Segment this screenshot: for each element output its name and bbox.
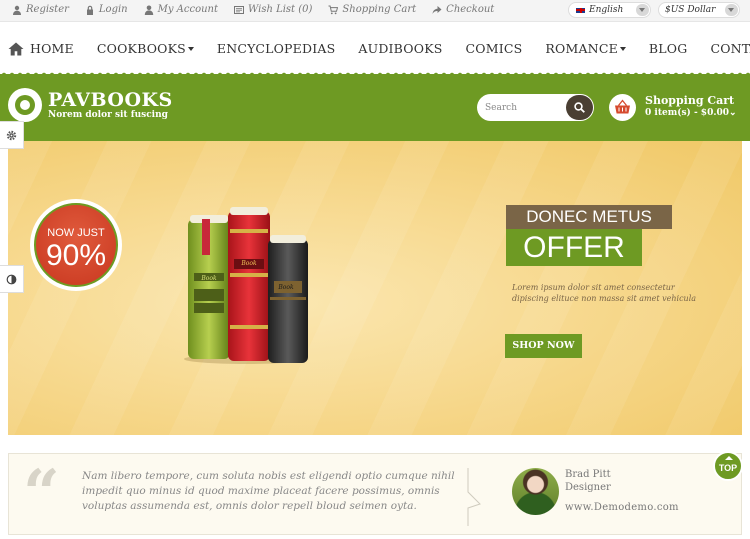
nav-item-cookbooks[interactable]: COOKBOOKS	[97, 41, 194, 56]
top-bar: Register Login My Account Wish List (0) …	[0, 0, 750, 22]
nav-item-encyclopedias[interactable]: ENCYCLOPEDIAS	[217, 41, 335, 56]
shopping-cart-link[interactable]: Shopping Cart	[328, 4, 416, 15]
logo[interactable]: PAVBOOKS Norem dolor sit fuscing	[8, 88, 173, 122]
shop-now-button[interactable]: SHOP NOW	[505, 334, 582, 358]
green-book-label: Book	[201, 275, 217, 282]
author-name: Brad Pitt	[565, 469, 611, 480]
register-label: Register	[26, 4, 69, 15]
quote-icon: “	[23, 456, 60, 531]
hero-heading: DONEC METUS	[506, 205, 672, 229]
badge-value: 90%	[45, 239, 107, 272]
nav-label-romance: ROMANCE	[545, 41, 618, 56]
caret-down-icon	[187, 46, 194, 51]
settings-side-tab[interactable]	[0, 121, 24, 149]
shopping-cart-label: Shopping Cart	[342, 4, 417, 15]
home-icon	[8, 42, 24, 55]
login-label: Login	[98, 4, 128, 15]
hero-banner: NOW JUST 90% Book Book Book DONEC METUS …	[8, 141, 742, 435]
red-book-label: Book	[241, 260, 257, 267]
nav-item-comics[interactable]: COMICS	[466, 41, 523, 56]
main-nav: HOME COOKBOOKS ENCYCLOPEDIAS AUDIBOOKS C…	[0, 22, 750, 75]
wish-list-link[interactable]: Wish List (0)	[234, 4, 312, 15]
search-button[interactable]	[566, 95, 593, 120]
nav-item-audibooks[interactable]: AUDIBOOKS	[358, 41, 442, 56]
my-account-label: My Account	[157, 4, 219, 15]
caret-down-icon	[619, 46, 626, 51]
language-select[interactable]: English	[568, 2, 651, 18]
cart-summary: 0 item(s) - $0.00⌄	[645, 108, 737, 118]
black-book-label: Book	[278, 284, 294, 291]
nav-item-contact[interactable]: CONTACT	[710, 41, 750, 56]
my-account-link[interactable]: My Account	[144, 4, 218, 15]
lock-icon	[86, 5, 93, 15]
register-link[interactable]: Register	[12, 4, 69, 15]
gear-icon	[6, 130, 17, 141]
hero-offer: OFFER	[506, 229, 642, 266]
author-role: Designer	[565, 482, 611, 493]
currency-value: $US Dollar	[665, 5, 716, 15]
nav-item-home[interactable]: HOME	[8, 41, 74, 56]
checkout-icon	[432, 5, 442, 14]
avatar	[512, 468, 559, 515]
nav-label-cookbooks: COOKBOOKS	[96, 41, 186, 56]
theme-side-tab[interactable]	[0, 265, 24, 293]
user-icon	[13, 5, 21, 15]
testimonial-divider	[467, 468, 481, 526]
account-icon	[144, 5, 153, 15]
author-website[interactable]: www.Demodemo.com	[565, 502, 679, 513]
wishlist-icon	[234, 5, 245, 14]
login-link[interactable]: Login	[85, 4, 128, 15]
nav-label-home: HOME	[30, 41, 74, 56]
nav-label-audibooks: AUDIBOOKS	[358, 41, 443, 56]
testimonial: “ Nam libero tempore, cum soluta nobis e…	[8, 453, 742, 535]
back-to-top-button[interactable]: TOP	[713, 451, 743, 481]
header-cart[interactable]: Shopping Cart 0 item(s) - $0.00⌄	[609, 94, 737, 121]
search-icon	[574, 102, 585, 113]
search-box	[477, 94, 594, 121]
logo-title: PAVBOOKS	[48, 88, 173, 111]
site-header: PAVBOOKS Norem dolor sit fuscing Shoppin…	[0, 74, 750, 141]
cart-icon	[328, 5, 339, 14]
nav-item-romance[interactable]: ROMANCE	[545, 41, 626, 56]
cart-title: Shopping Cart	[645, 94, 735, 107]
search-input[interactable]	[485, 99, 565, 116]
nav-items: HOME COOKBOOKS ENCYCLOPEDIAS AUDIBOOKS C…	[8, 41, 750, 56]
nav-label-contact: CONTACT	[710, 41, 750, 56]
hero-description: Lorem ipsum dolor sit amet consectetur d…	[512, 283, 697, 303]
nav-label-blog: BLOG	[648, 41, 688, 56]
basket-icon	[609, 94, 636, 121]
chevron-down-icon	[725, 4, 738, 16]
nav-label-encyclopedias: ENCYCLOPEDIAS	[216, 41, 336, 56]
top-links: Register Login My Account Wish List (0) …	[12, 4, 494, 15]
logo-subtitle: Norem dolor sit fuscing	[48, 109, 168, 120]
nav-item-blog[interactable]: BLOG	[649, 41, 688, 56]
nav-label-comics: COMICS	[465, 41, 523, 56]
uk-flag-icon	[575, 6, 586, 14]
checkout-label: Checkout	[446, 4, 495, 15]
currency-select[interactable]: $US Dollar	[658, 2, 740, 18]
checkout-link[interactable]: Checkout	[432, 4, 494, 15]
arrow-up-icon	[725, 456, 733, 460]
chevron-down-icon: ⌄	[729, 108, 737, 118]
back-to-top-label: TOP	[718, 463, 738, 473]
language-value: English	[589, 5, 624, 15]
badge-caption: NOW JUST	[47, 227, 105, 239]
discount-badge: NOW JUST 90%	[30, 199, 122, 291]
chevron-down-icon	[636, 4, 649, 16]
wish-list-label: Wish List (0)	[248, 4, 313, 15]
contrast-icon	[6, 274, 17, 285]
testimonial-text: Nam libero tempore, cum soluta nobis est…	[82, 470, 455, 512]
logo-mark-icon	[8, 88, 42, 122]
